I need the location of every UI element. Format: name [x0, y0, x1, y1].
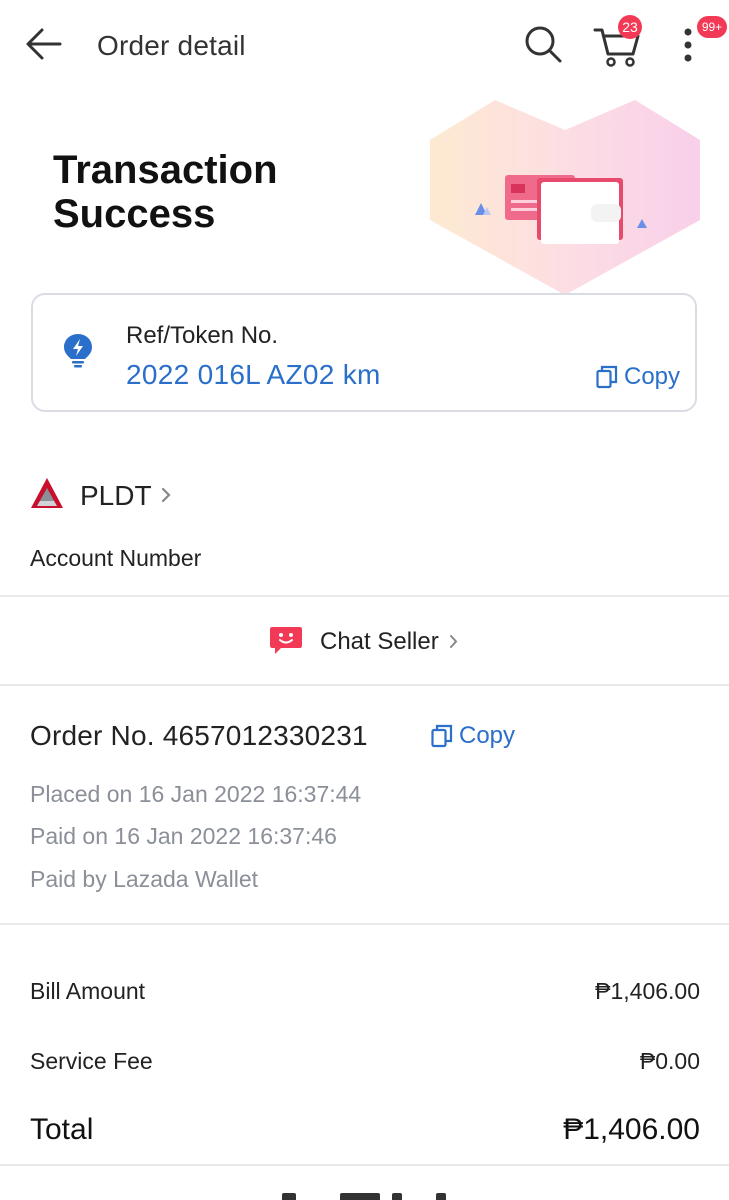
notification-badge: 99+ [697, 16, 727, 38]
cart-count-badge: 23 [618, 15, 642, 39]
token-value: 2022 016L AZ02 km [126, 359, 381, 390]
service-fee-value: ₱0.00 [639, 1048, 700, 1074]
lightbulb-bolt-icon [64, 334, 92, 368]
transaction-status-heading: Transaction Success [53, 148, 278, 236]
copy-order-label: Copy [459, 722, 516, 749]
copy-order-number-button[interactable]: Copy [431, 722, 515, 750]
cut-off-content [0, 1190, 729, 1200]
divider [0, 595, 729, 597]
order-number: Order No. 4657012330231 [30, 720, 368, 751]
cut-off-glyph [340, 1193, 380, 1200]
status-line-2: Success [53, 192, 216, 236]
chevron-right-icon[interactable] [160, 486, 172, 504]
copy-icon [596, 365, 618, 389]
chat-seller-button[interactable]: Chat Seller [0, 598, 729, 684]
token-label: Ref/Token No. [126, 322, 279, 349]
search-icon[interactable] [523, 24, 563, 64]
cut-off-glyph [392, 1193, 402, 1200]
bill-amount-value: ₱1,406.00 [595, 978, 700, 1004]
status-line-1: Transaction [53, 148, 278, 192]
page-title: Order detail [97, 30, 246, 61]
token-card: Ref/Token No. 2022 016L AZ02 km Copy [31, 293, 697, 412]
placed-on-text: Placed on 16 Jan 2022 16:37:44 [30, 781, 362, 807]
divider [0, 684, 729, 686]
total-value: ₱1,406.00 [563, 1113, 700, 1146]
account-number-label: Account Number [30, 545, 202, 571]
divider [0, 1164, 729, 1166]
copy-icon [431, 724, 453, 748]
paid-on-text: Paid on 16 Jan 2022 16:37:46 [30, 823, 337, 849]
divider [0, 923, 729, 925]
chat-seller-label: Chat Seller [320, 628, 439, 655]
pldt-logo[interactable] [30, 476, 64, 510]
chevron-right-icon [450, 635, 458, 648]
paid-by-text: Paid by Lazada Wallet [30, 866, 259, 892]
top-bar: Order detail 23 99+ [0, 0, 729, 92]
bill-amount-label: Bill Amount [30, 978, 146, 1004]
cut-off-glyph [436, 1193, 446, 1200]
chat-icon [270, 627, 302, 654]
copy-token-label: Copy [624, 363, 681, 390]
more-vertical-icon[interactable] [680, 28, 696, 62]
back-arrow-icon[interactable] [24, 26, 64, 62]
service-fee-label: Service Fee [30, 1048, 153, 1074]
total-label: Total [30, 1113, 94, 1146]
copy-token-button[interactable]: Copy [596, 363, 680, 391]
seller-name[interactable]: PLDT [80, 480, 152, 512]
cut-off-glyph [282, 1193, 296, 1200]
wallet-illustration [430, 100, 700, 295]
